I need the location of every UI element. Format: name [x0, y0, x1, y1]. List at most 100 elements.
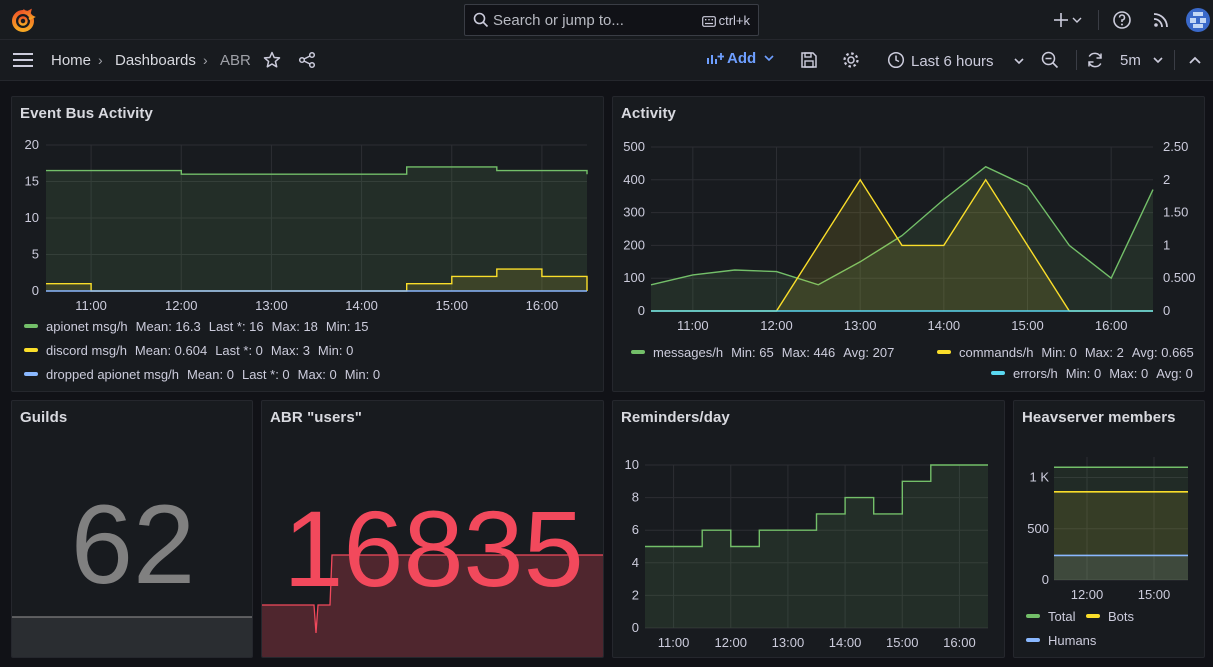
- breadcrumb-separator: ›: [98, 52, 103, 68]
- legend-swatch: [937, 350, 951, 354]
- y-tick-label: 0: [638, 303, 645, 318]
- legend-item-apionet[interactable]: apionet msg/h Mean: 16.3 Last *: 16 Max: 18…: [24, 319, 369, 334]
- x-tick-label: 16:00: [526, 298, 559, 313]
- legend-swatch: [631, 350, 645, 354]
- divider: [1076, 50, 1077, 70]
- y-tick-label: 500: [1027, 521, 1049, 536]
- legend-swatch: [1086, 614, 1100, 618]
- save-icon[interactable]: [800, 51, 818, 69]
- help-icon[interactable]: [1112, 10, 1132, 30]
- y-tick-label: 1 K: [1029, 470, 1049, 485]
- legend-item-dropped-apionet[interactable]: dropped apionet msg/h Mean: 0 Last *: 0 Max…: [24, 367, 380, 382]
- y-tick-label: 500: [623, 139, 645, 154]
- x-tick-label: 11:00: [658, 635, 690, 650]
- refresh-interval-picker[interactable]: 5m: [1120, 52, 1163, 69]
- y-tick-label: 0: [32, 283, 39, 298]
- chevron-down-icon: [764, 55, 774, 62]
- y-tick-label: 10: [625, 457, 639, 472]
- keyboard-icon: [701, 16, 716, 27]
- legend-item-commands[interactable]: commands/h Min: 0 Max: 2 Avg: 0.665: [937, 345, 1194, 360]
- chevron-up-icon[interactable]: [1187, 54, 1203, 66]
- x-tick-label: 12:00: [760, 318, 793, 333]
- panel-reminders[interactable]: Reminders/day 0 2 4 6 8 10 11:00 12:00 13:00 14:0…: [612, 400, 1005, 658]
- legend-item-total[interactable]: Total: [1026, 609, 1075, 624]
- y-tick-label: 200: [623, 237, 645, 252]
- refresh-interval-label: 5m: [1120, 52, 1141, 69]
- rss-news-icon[interactable]: [1151, 10, 1171, 30]
- user-avatar[interactable]: [1186, 8, 1210, 32]
- refresh-icon[interactable]: [1086, 51, 1104, 69]
- panel-event-bus-activity[interactable]: Event Bus Activity 0 5 10 15 20 11:00 12:00 13:…: [11, 96, 604, 392]
- legend-item-errors[interactable]: errors/h Min: 0 Max: 0 Avg: 0: [991, 366, 1193, 381]
- guilds-value: 62: [70, 482, 196, 607]
- legend-swatch: [24, 324, 38, 328]
- y-tick-label: 10: [25, 210, 39, 225]
- gear-icon[interactable]: [842, 51, 860, 69]
- search-placeholder: Search or jump to...: [493, 12, 624, 29]
- legend-swatch: [1026, 638, 1040, 642]
- panel-activity[interactable]: Activity 0 100 200 300 400 500 0 0.500 1 1.50 2 2.5…: [612, 96, 1205, 392]
- top-bar: Search or jump to... ctrl+k: [0, 0, 1213, 40]
- x-tick-label: 15:00: [1138, 587, 1171, 602]
- x-tick-label: 11:00: [75, 298, 107, 313]
- legend-swatch: [24, 372, 38, 376]
- y-tick-label: 4: [632, 555, 639, 570]
- breadcrumb-home[interactable]: Home: [51, 52, 91, 69]
- plus-icon[interactable]: [1052, 10, 1082, 30]
- menu-icon[interactable]: [12, 52, 34, 68]
- time-range-picker[interactable]: Last 6 hours: [887, 51, 1024, 70]
- search-icon: [473, 12, 489, 28]
- y-tick-label: 0: [1042, 572, 1049, 587]
- legend-item-bots[interactable]: Bots: [1086, 609, 1134, 624]
- y-right-tick-label: 0: [1163, 303, 1170, 318]
- x-tick-label: 12:00: [165, 298, 198, 313]
- y-tick-label: 100: [623, 270, 645, 285]
- reminders-chart[interactable]: 0 2 4 6 8 10 11:00 12:00 13:00 14:00 15:00 16:00: [613, 401, 1005, 658]
- series-area: [1054, 555, 1188, 580]
- y-tick-label: 400: [623, 172, 645, 187]
- add-panel-icon: [707, 53, 724, 64]
- y-right-tick-label: 1: [1163, 237, 1170, 252]
- y-tick-label: 6: [632, 522, 639, 537]
- legend-item-discord[interactable]: discord msg/h Mean: 0.604 Last *: 0 Max: 3M…: [24, 343, 353, 358]
- panel-abr-users[interactable]: ABR "users" 16835: [261, 400, 604, 658]
- y-tick-label: 20: [25, 137, 39, 152]
- search-input[interactable]: Search or jump to... ctrl+k: [464, 4, 759, 36]
- search-shortcut: ctrl+k: [701, 13, 750, 28]
- legend-item-humans[interactable]: Humans: [1026, 633, 1096, 648]
- y-right-tick-label: 0.500: [1163, 270, 1196, 285]
- abr-users-value: 16835: [283, 488, 584, 609]
- zoom-out-icon[interactable]: [1041, 51, 1059, 69]
- x-tick-label: 13:00: [255, 298, 288, 313]
- grafana-logo-icon[interactable]: [10, 7, 36, 33]
- y-tick-label: 5: [32, 247, 39, 262]
- star-icon[interactable]: [263, 51, 281, 69]
- breadcrumb-separator: ›: [203, 52, 208, 68]
- x-tick-label: 16:00: [1095, 318, 1128, 333]
- avatar-pattern-icon: [1190, 12, 1206, 28]
- x-tick-label: 15:00: [1011, 318, 1044, 333]
- x-tick-label: 13:00: [844, 318, 877, 333]
- x-tick-label: 14:00: [829, 635, 862, 650]
- x-tick-label: 15:00: [435, 298, 468, 313]
- legend-swatch: [24, 348, 38, 352]
- x-tick-label: 14:00: [345, 298, 378, 313]
- y-tick-label: 15: [25, 174, 39, 189]
- share-icon[interactable]: [298, 51, 316, 69]
- panel-guilds[interactable]: Guilds 62: [11, 400, 253, 658]
- legend-swatch: [991, 371, 1005, 375]
- legend-item-messages[interactable]: messages/h Min: 65 Max: 446 Avg: 207: [631, 345, 894, 360]
- y-right-tick-label: 2: [1163, 172, 1170, 187]
- y-tick-label: 2: [632, 587, 639, 602]
- y-tick-label: 8: [632, 490, 639, 505]
- chevron-down-icon: [1014, 58, 1024, 65]
- clock-icon: [887, 51, 905, 69]
- add-button[interactable]: Add: [706, 50, 777, 72]
- x-tick-label: 16:00: [943, 635, 976, 650]
- panel-heavserver-members[interactable]: Heavserver members 0 500 1 K 12:00 15:00 Tot…: [1013, 400, 1205, 658]
- x-tick-label: 13:00: [772, 635, 805, 650]
- x-tick-label: 12:00: [1071, 587, 1104, 602]
- y-right-tick-label: 2.50: [1163, 139, 1188, 154]
- add-button-label: Add: [727, 50, 757, 67]
- breadcrumb-dashboards[interactable]: Dashboards: [115, 52, 196, 69]
